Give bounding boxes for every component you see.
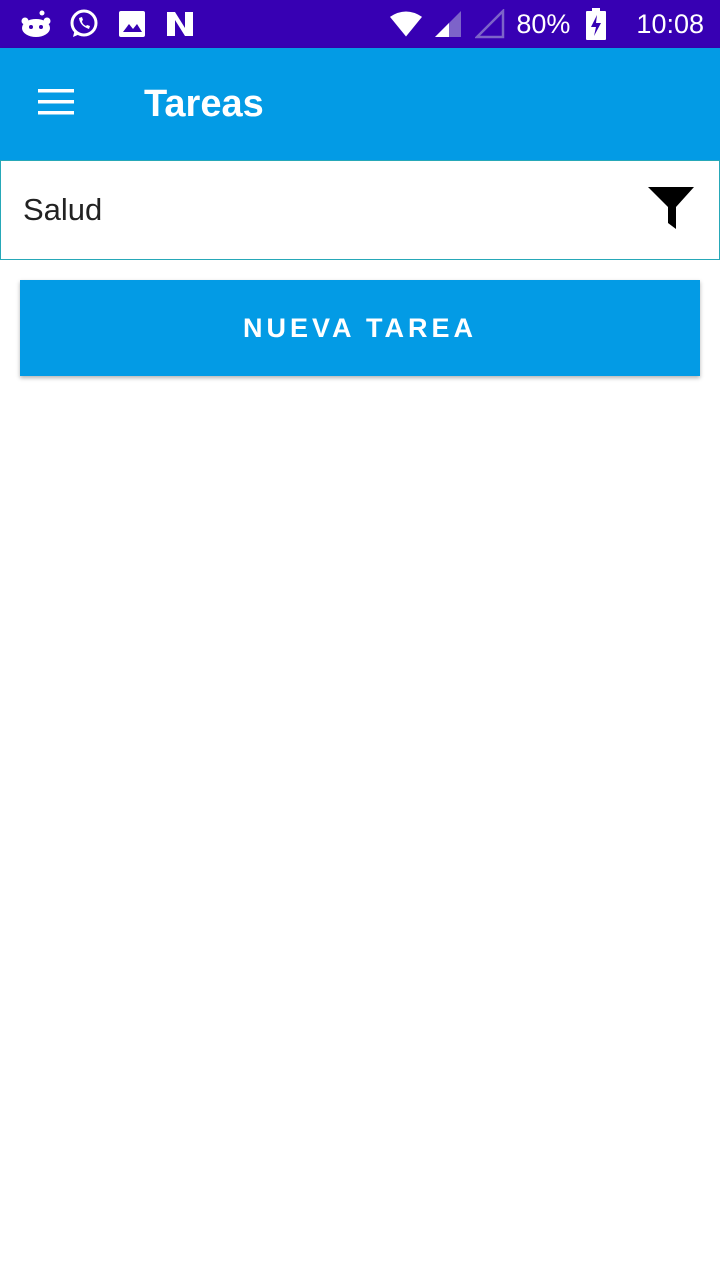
cell-signal-icon bbox=[432, 8, 464, 40]
clock: 10:08 bbox=[636, 8, 704, 39]
system-icons: 80% 10:08 bbox=[390, 8, 704, 40]
category-selected-value: Salud bbox=[23, 192, 103, 227]
status-bar: 80% 10:08 bbox=[0, 0, 720, 48]
notification-icons bbox=[20, 8, 196, 40]
cell-signal-2-icon bbox=[474, 8, 506, 40]
app-bar: Tareas bbox=[0, 48, 720, 160]
filter-button[interactable] bbox=[639, 178, 703, 242]
new-task-button[interactable]: NUEVA TAREA bbox=[20, 280, 700, 376]
whatsapp-icon bbox=[68, 8, 100, 40]
menu-button[interactable] bbox=[0, 48, 112, 160]
news-icon bbox=[164, 8, 196, 40]
category-filter[interactable]: Salud bbox=[0, 160, 720, 260]
wifi-icon bbox=[390, 8, 423, 40]
hamburger-menu-icon bbox=[38, 88, 74, 120]
gallery-icon bbox=[116, 8, 148, 40]
page-title: Tareas bbox=[144, 82, 264, 125]
battery-charging-icon bbox=[580, 8, 612, 40]
filter-funnel-icon bbox=[646, 183, 696, 238]
reddit-icon bbox=[20, 8, 52, 40]
battery-percent: 80% bbox=[516, 8, 571, 39]
